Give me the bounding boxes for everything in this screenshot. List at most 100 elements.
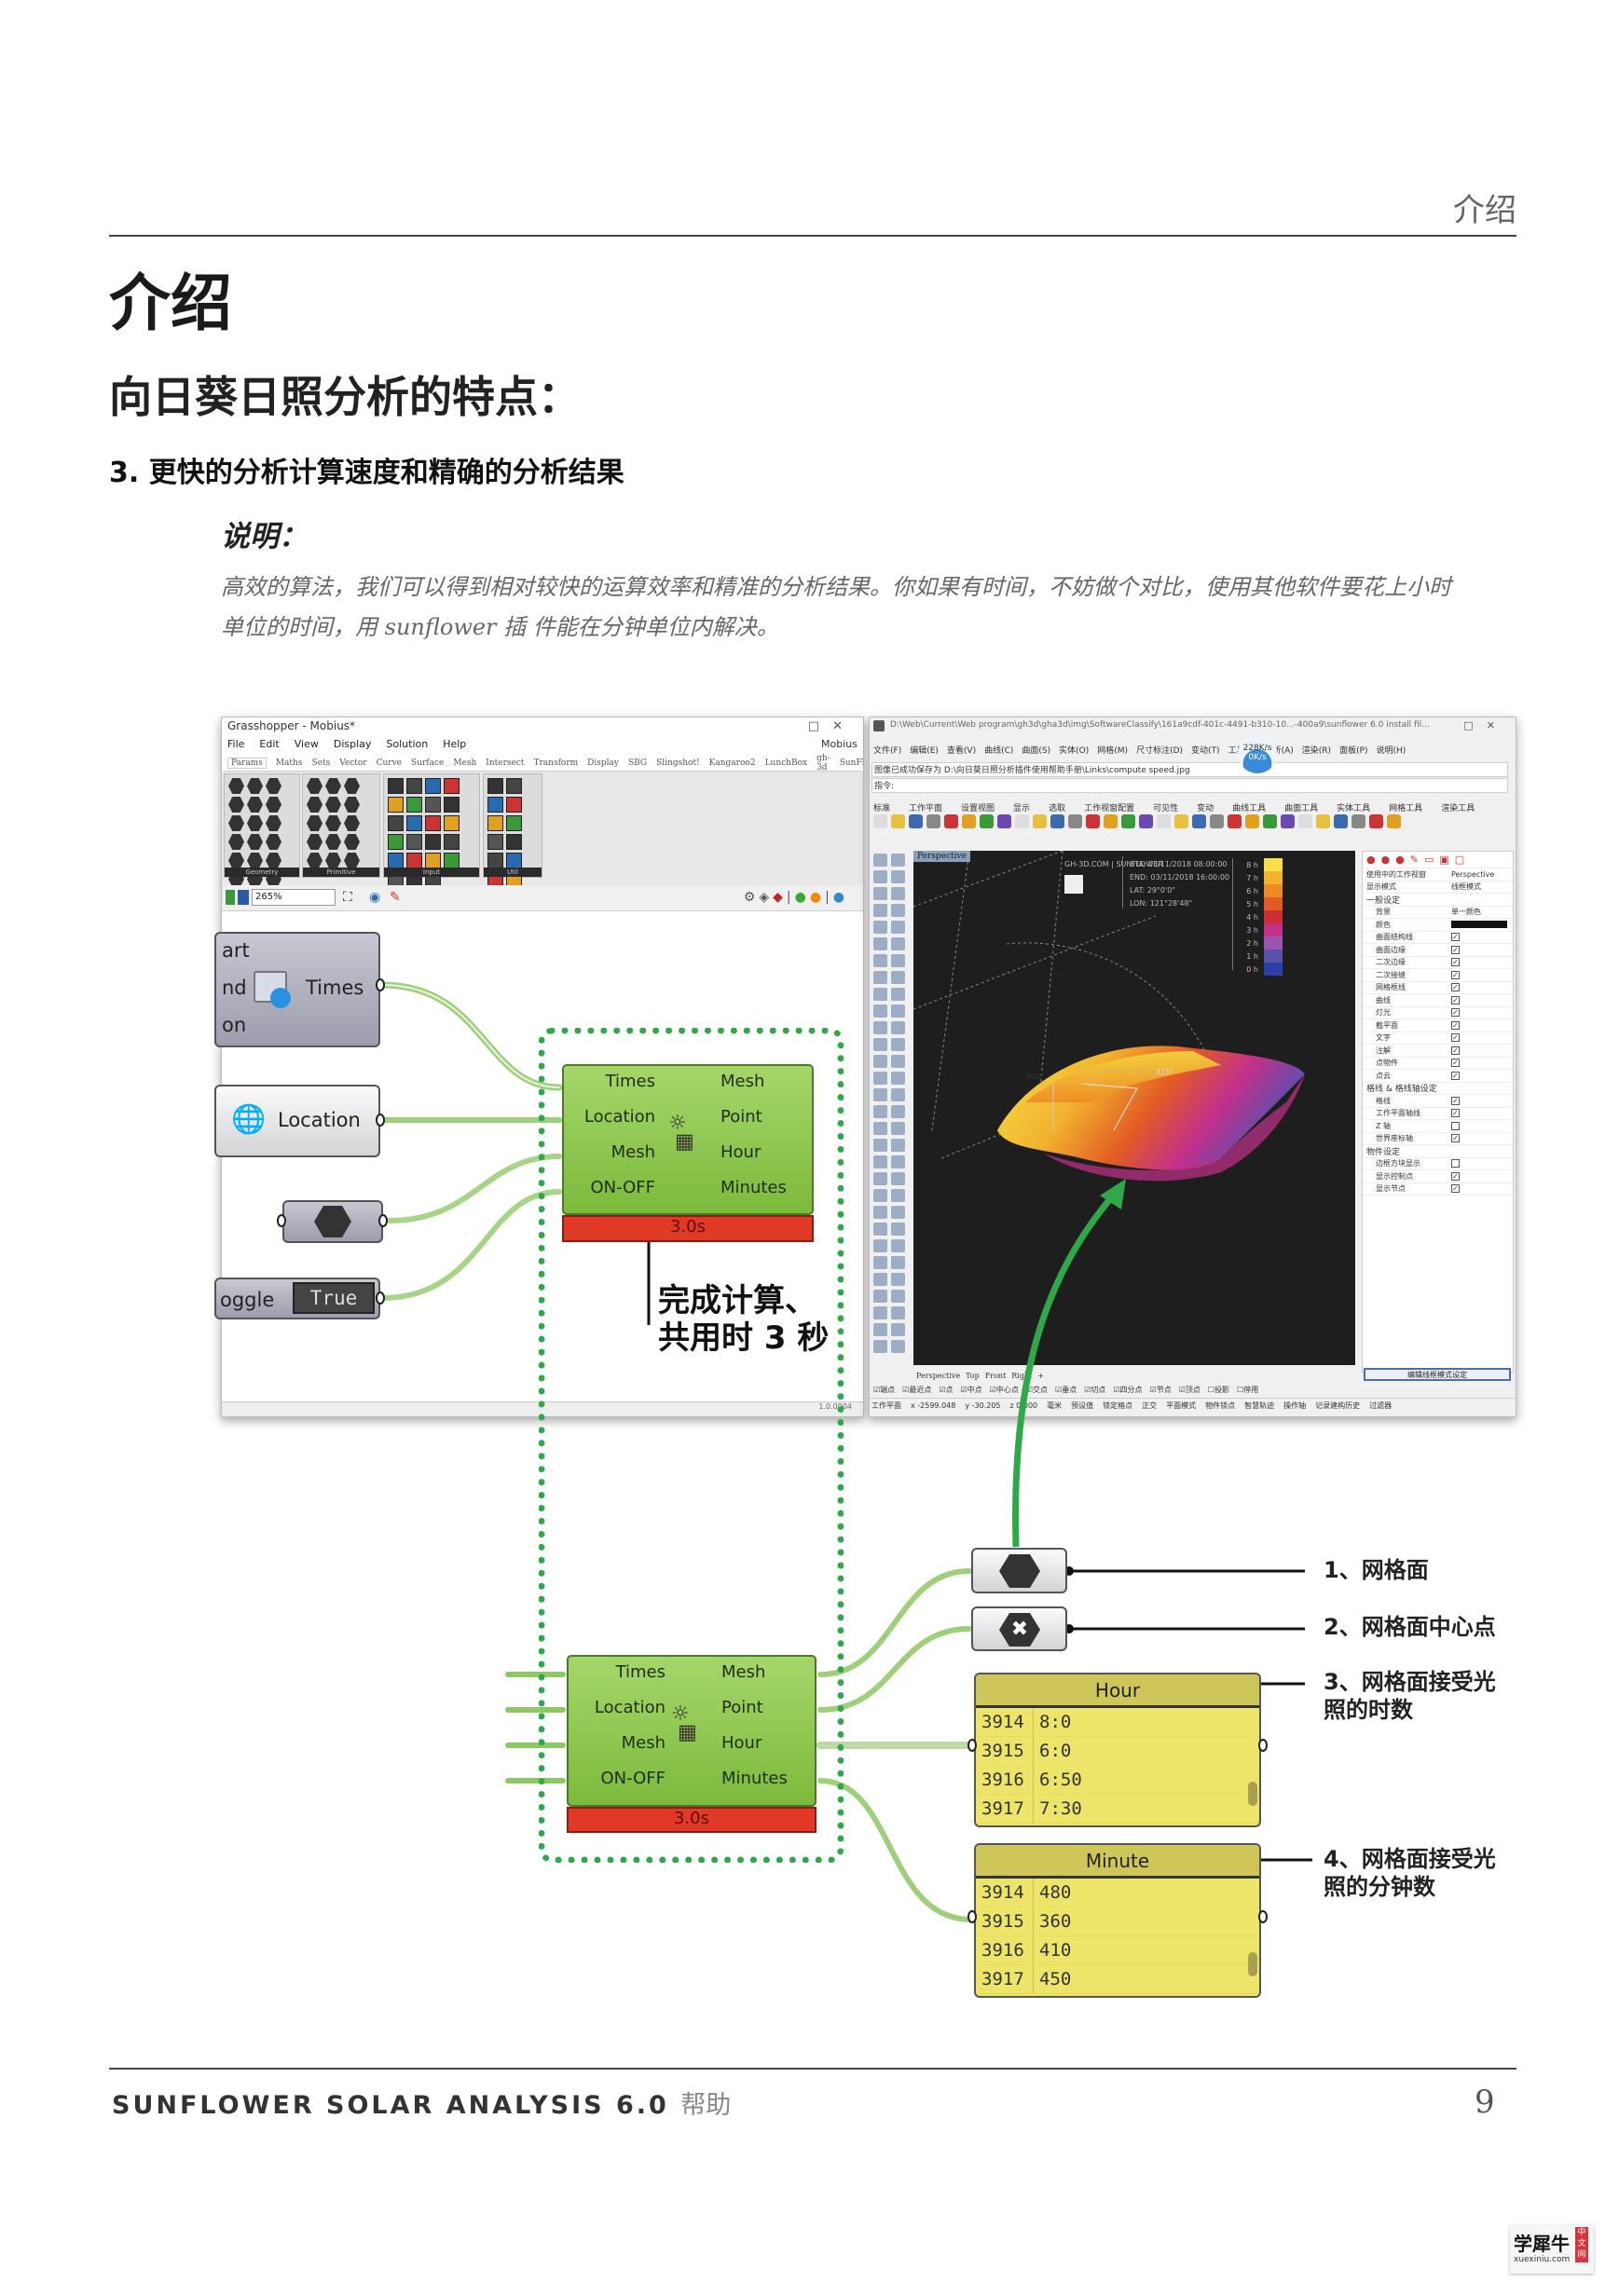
- zoom-extents-icon[interactable]: ⛶: [343, 890, 352, 905]
- toolbar-icon[interactable]: [926, 814, 940, 828]
- osnap-checkbox[interactable]: ☑四分点: [1113, 1385, 1142, 1395]
- tool-icon[interactable]: [873, 937, 887, 950]
- tool-icon[interactable]: [873, 1323, 887, 1336]
- status-item[interactable]: z 0.000: [1010, 1401, 1038, 1410]
- component-tab[interactable]: Curve: [377, 758, 402, 768]
- tool-icon[interactable]: [891, 1055, 905, 1068]
- component-icon[interactable]: [228, 815, 244, 831]
- toolbar-tab[interactable]: 曲线工具: [1232, 801, 1266, 813]
- checkbox[interactable]: ✓: [1451, 1008, 1460, 1018]
- tool-icon[interactable]: [891, 1038, 905, 1051]
- menu-item[interactable]: 曲面(S): [1022, 744, 1050, 756]
- component-icon[interactable]: [247, 797, 263, 813]
- component-tab[interactable]: Transform: [534, 758, 579, 768]
- viewport-tab[interactable]: Right: [1011, 1372, 1032, 1380]
- tool-icon[interactable]: [873, 887, 887, 900]
- menu-item[interactable]: 文件(F): [873, 744, 901, 756]
- mesh-output-param[interactable]: [971, 1548, 1067, 1593]
- toolbar-icon[interactable]: [1245, 814, 1259, 828]
- component-tab[interactable]: SBG: [628, 758, 647, 768]
- tool-icon[interactable]: [891, 1306, 905, 1319]
- status-item[interactable]: 智慧轨迹: [1244, 1401, 1274, 1411]
- component-icon[interactable]: [487, 815, 503, 831]
- input-port[interactable]: [277, 1214, 286, 1227]
- toolbar-icon[interactable]: [962, 814, 976, 828]
- component-tab[interactable]: Sets: [311, 758, 330, 768]
- component-icon[interactable]: [444, 797, 460, 813]
- panel-scrollbar[interactable]: [1248, 1952, 1257, 1976]
- toolbar-icon[interactable]: [1387, 814, 1401, 828]
- checkbox[interactable]: ✓: [1451, 1071, 1460, 1080]
- construct-time-component[interactable]: art nd on Times: [214, 932, 380, 1047]
- status-item[interactable]: 预设值: [1071, 1401, 1093, 1411]
- checkbox[interactable]: ✓: [1451, 983, 1460, 992]
- tool-icon[interactable]: [873, 1172, 887, 1185]
- checkbox[interactable]: [1451, 1159, 1460, 1168]
- toolbar-icon[interactable]: [873, 814, 887, 828]
- toolbar-tab[interactable]: 标准: [873, 801, 890, 813]
- tool-icon[interactable]: [891, 1323, 905, 1336]
- viewport-tab[interactable]: +: [1037, 1372, 1044, 1380]
- toolbar-icon[interactable]: [1139, 814, 1153, 828]
- perspective-viewport[interactable]: 300° 315° Perspective GH-3D.COM | SUNFLO…: [913, 851, 1355, 1365]
- tool-icon[interactable]: [891, 1021, 905, 1034]
- viewport-tab[interactable]: Perspective: [916, 1372, 960, 1380]
- tool-icon[interactable]: [891, 988, 905, 1001]
- menu-item[interactable]: Solution: [386, 738, 428, 750]
- osnap-checkbox[interactable]: ☑端点: [873, 1385, 895, 1395]
- component-icon[interactable]: [444, 815, 460, 831]
- checkbox[interactable]: ✓: [1451, 933, 1460, 942]
- tool-icon[interactable]: [891, 1122, 905, 1135]
- panel-scrollbar[interactable]: [1248, 1782, 1257, 1806]
- maximize-button[interactable]: □: [808, 719, 832, 733]
- component-icon[interactable]: [228, 853, 244, 868]
- menu-item[interactable]: Display: [334, 738, 372, 750]
- osnap-checkbox[interactable]: ☑顶点: [1179, 1385, 1201, 1395]
- toolbar-icon[interactable]: [980, 814, 994, 828]
- toolbar-icon[interactable]: [891, 814, 905, 828]
- component-icon[interactable]: [406, 797, 422, 813]
- tool-icon[interactable]: [873, 1223, 887, 1236]
- osnap-checkbox[interactable]: ☑节点: [1150, 1385, 1172, 1395]
- checkbox[interactable]: ✓: [1451, 1059, 1460, 1068]
- viewport-tab[interactable]: Top: [966, 1372, 980, 1380]
- toolbar-icon[interactable]: [944, 814, 958, 828]
- component-tab[interactable]: gh-3d: [816, 754, 830, 772]
- tool-icon[interactable]: [891, 954, 905, 967]
- sunflower-component[interactable]: Times Location Mesh ON-OFF ☼ ▦ Mesh Poin…: [562, 1064, 814, 1215]
- viewport-tab[interactable]: Front: [985, 1372, 1007, 1380]
- component-icon[interactable]: [307, 853, 322, 868]
- toolbar-icon[interactable]: [1033, 814, 1047, 828]
- tool-icon[interactable]: [891, 1139, 905, 1152]
- component-icon[interactable]: [425, 797, 441, 813]
- toolbar-icon[interactable]: [1369, 814, 1383, 828]
- component-tab[interactable]: LunchBox: [765, 758, 808, 768]
- tool-icon[interactable]: [873, 904, 887, 917]
- component-icon[interactable]: [487, 853, 503, 868]
- toolbar-icon[interactable]: [1298, 814, 1312, 828]
- menu-item[interactable]: 编辑(E): [910, 744, 939, 756]
- component-tab[interactable]: Display: [587, 758, 619, 768]
- tool-icon[interactable]: [891, 1189, 905, 1202]
- status-item[interactable]: 平面模式: [1166, 1401, 1196, 1411]
- status-item[interactable]: 物件锁点: [1205, 1401, 1235, 1411]
- component-icon[interactable]: [425, 778, 441, 794]
- status-item[interactable]: x -2599.048: [911, 1401, 955, 1410]
- tool-icon[interactable]: [891, 904, 905, 917]
- tool-icon[interactable]: [873, 1072, 887, 1085]
- tool-icon[interactable]: [891, 937, 905, 950]
- osnap-checkbox[interactable]: ☑垂点: [1055, 1385, 1077, 1395]
- tool-icon[interactable]: [873, 921, 887, 934]
- component-icon[interactable]: [406, 834, 422, 850]
- toolbar-icon[interactable]: [1121, 814, 1135, 828]
- output-port[interactable]: [1258, 1910, 1268, 1923]
- toolbar-tab[interactable]: 选取: [1049, 801, 1065, 813]
- status-item[interactable]: 过滤器: [1369, 1401, 1392, 1411]
- component-icon[interactable]: [344, 797, 360, 813]
- component-icon[interactable]: [425, 853, 441, 868]
- checkbox[interactable]: ✓: [1451, 970, 1460, 979]
- tool-icon[interactable]: [873, 1340, 887, 1353]
- toolbar-icon[interactable]: [1334, 814, 1348, 828]
- command-input[interactable]: 指令:: [871, 778, 1508, 793]
- checkbox[interactable]: ✓: [1451, 1171, 1460, 1181]
